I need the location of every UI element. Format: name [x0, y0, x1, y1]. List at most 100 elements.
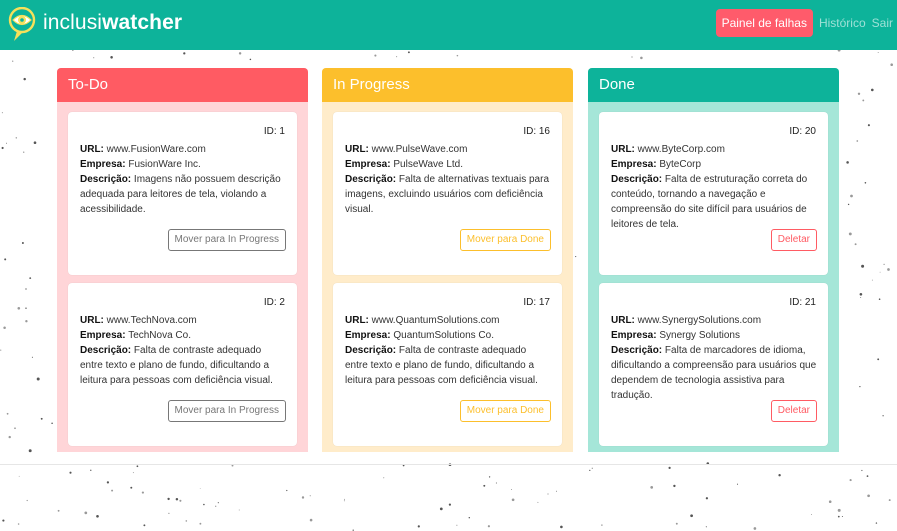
speckle-dot	[26, 499, 28, 502]
speckle-dot	[1, 112, 3, 114]
speckle-dot	[185, 520, 188, 522]
speckle-dot	[396, 56, 398, 58]
speckle-dot	[1, 146, 4, 150]
speckle-dot	[887, 268, 890, 271]
speckle-dot	[510, 489, 512, 490]
delete-button[interactable]: Deletar	[770, 229, 817, 251]
card-id: ID: 2	[263, 297, 285, 308]
speckle-dot	[25, 307, 27, 309]
column-todo: To-Do ID: 1 URL: www.FusionWare.com Empr…	[57, 68, 308, 452]
speckle-dot	[870, 88, 874, 92]
card-empresa: Empresa: TechNova Co.	[80, 330, 191, 341]
move-to-done-button[interactable]: Mover para Done	[459, 229, 551, 251]
speckle-dot	[861, 264, 865, 268]
speckle-dot	[867, 124, 870, 127]
speckle-dot	[25, 320, 28, 323]
speckle-dot	[183, 52, 186, 55]
speckle-dot	[448, 503, 451, 506]
card-url: URL: www.TechNova.com	[80, 315, 197, 326]
speckle-dot	[15, 137, 18, 139]
nav-historico[interactable]: Histórico	[819, 16, 866, 30]
delete-button[interactable]: Deletar	[770, 400, 817, 422]
card-descricao: Descrição: Falta de alternativas textuai…	[345, 174, 550, 215]
speckle-dot	[179, 499, 182, 502]
speckle-dot	[69, 471, 72, 474]
brand-name[interactable]: inclusiwatcher	[43, 11, 182, 35]
speckle-dot	[875, 522, 878, 524]
speckle-dot	[877, 51, 879, 54]
speckle-dot	[31, 356, 33, 358]
speckle-dot	[29, 277, 32, 279]
speckle-dot	[4, 258, 7, 261]
speckle-dot	[167, 497, 170, 501]
column-title: To-Do	[57, 68, 308, 102]
speckle-dot	[6, 412, 9, 415]
card-id: ID: 20	[789, 126, 816, 137]
speckle-dot	[753, 527, 757, 530]
card-empresa: Empresa: FusionWare Inc.	[80, 159, 201, 170]
speckle-dot	[141, 491, 144, 494]
speckle-dot	[309, 495, 311, 497]
speckle-dot	[343, 500, 345, 502]
card-url: URL: www.FusionWare.com	[80, 144, 206, 155]
speckle-dot	[555, 490, 557, 492]
speckle-dot	[778, 474, 781, 477]
speckle-dot	[811, 514, 813, 515]
speckle-dot	[705, 497, 709, 500]
speckle-dot	[668, 466, 671, 470]
speckle-dot	[690, 514, 693, 518]
speckle-dot	[882, 415, 884, 417]
speckle-dot	[215, 505, 217, 507]
speckle-dot	[199, 522, 202, 525]
move-to-in-progress-button[interactable]: Mover para In Progress	[167, 400, 286, 422]
speckle-dot	[286, 489, 288, 492]
speckle-dot	[130, 486, 133, 489]
speckle-dot	[675, 522, 678, 525]
card-empresa: Empresa: PulseWave Ltd.	[345, 159, 464, 170]
speckle-dot	[495, 482, 497, 484]
speckle-dot	[23, 151, 25, 153]
speckle-dot	[51, 422, 53, 425]
speckle-dot	[487, 525, 490, 528]
speckle-dot	[25, 288, 27, 290]
speckle-dot	[847, 203, 850, 206]
move-to-done-button[interactable]: Mover para Done	[459, 400, 551, 422]
speckle-dot	[28, 449, 32, 453]
speckle-dot	[6, 142, 7, 144]
nav-sair[interactable]: Sair	[872, 16, 893, 30]
speckle-dot	[249, 58, 252, 61]
speckle-dot	[890, 63, 893, 66]
nav-painel-de-falhas[interactable]: Painel de falhas	[715, 9, 813, 37]
speckle-dot	[3, 326, 6, 330]
speckle-dot	[40, 417, 43, 420]
failure-card: ID: 16 URL: www.PulseWave.com Empresa: P…	[333, 112, 562, 275]
speckle-dot	[849, 479, 852, 482]
speckle-dot	[837, 515, 840, 518]
nav-links: Painel de falhas Histórico Sair	[715, 9, 893, 37]
speckle-dot	[857, 92, 861, 96]
failure-card: ID: 2 URL: www.TechNova.com Empresa: Tec…	[68, 283, 297, 446]
column-title: In Progress	[322, 68, 573, 102]
brand-light: inclusi	[43, 11, 103, 34]
card-url: URL: www.ByteCorp.com	[611, 144, 725, 155]
speckle-dot	[439, 507, 443, 511]
speckle-dot	[854, 243, 857, 246]
speckle-dot	[21, 242, 24, 244]
move-to-in-progress-button[interactable]: Mover para In Progress	[167, 229, 286, 251]
speckle-dot	[591, 467, 593, 469]
speckle-dot	[309, 518, 313, 522]
speckle-dot	[859, 385, 861, 388]
speckle-dot	[93, 57, 95, 59]
speckle-dot	[511, 498, 515, 502]
card-url: URL: www.QuantumSolutions.com	[345, 315, 500, 326]
speckle-dot	[217, 502, 219, 504]
speckle-dot	[850, 194, 853, 198]
speckle-dot	[860, 296, 862, 298]
speckle-dot	[168, 512, 170, 515]
speckle-dot	[238, 509, 240, 511]
speckle-dot	[837, 508, 841, 512]
board-divider	[0, 464, 897, 465]
failure-card: ID: 21 URL: www.SynergySolutions.com Emp…	[599, 283, 828, 446]
speckle-dot	[575, 256, 577, 258]
card-id: ID: 16	[523, 126, 550, 137]
